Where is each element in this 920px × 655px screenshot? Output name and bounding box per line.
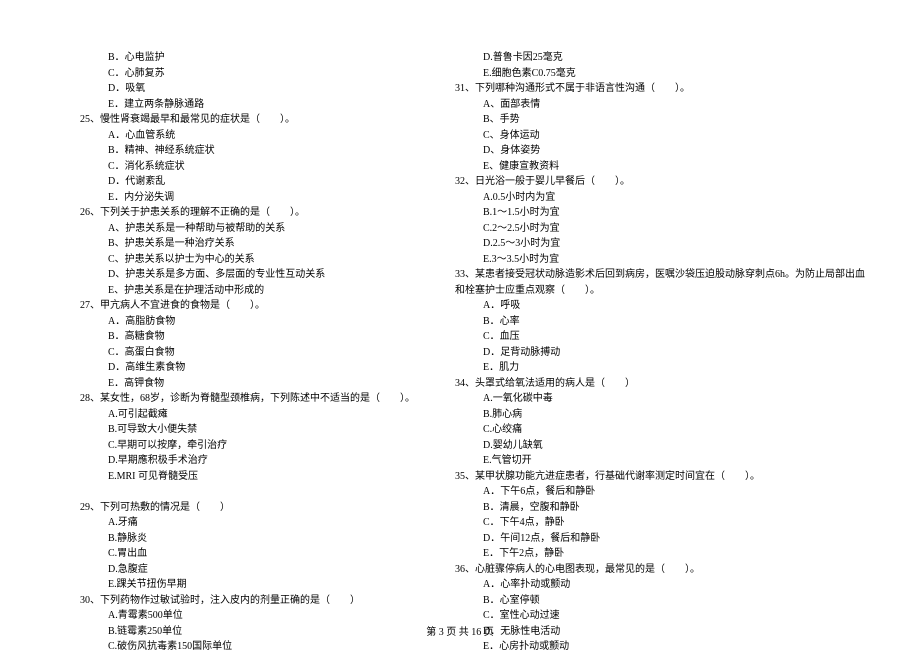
option-line: D．足背动脉搏动 [455, 345, 865, 361]
option-line: C.早期可以按摩，牵引治疗 [80, 438, 415, 454]
option-line: E．建立两条静脉通路 [80, 97, 415, 113]
option-line: A.0.5小时内为宜 [455, 190, 865, 206]
option-line: A.青霉素500单位 [80, 608, 415, 624]
option-line: C．心肺复苏 [80, 66, 415, 82]
option-line: E.细胞色素C0.75毫克 [455, 66, 865, 82]
option-line: D.婴幼儿缺氧 [455, 438, 865, 454]
question-line: 36、心脏骤停病人的心电图表现，最常见的是（ ）。 [455, 562, 865, 578]
option-line: C．下午4点，静卧 [455, 515, 865, 531]
option-line: B、护患关系是一种治疗关系 [80, 236, 415, 252]
option-line: D.普鲁卡因25毫克 [455, 50, 865, 66]
question-line: 25、慢性肾衰竭最早和最常见的症状是（ ）。 [80, 112, 415, 128]
question-line: 29、下列可热敷的情况是（ ） [80, 500, 415, 516]
option-line: B．清晨，空腹和静卧 [455, 500, 865, 516]
option-line: E.3～3.5小时为宜 [455, 252, 865, 268]
left-column: B．心电监护C．心肺复苏D．吸氧E．建立两条静脉通路25、慢性肾衰竭最早和最常见… [80, 50, 415, 600]
option-line: E.MRI 可见脊髓受压 [80, 469, 415, 485]
option-line: D.急腹症 [80, 562, 415, 578]
option-line: A.可引起截瘫 [80, 407, 415, 423]
option-line: E.踝关节扭伤早期 [80, 577, 415, 593]
option-line: B．心室停顿 [455, 593, 865, 609]
question-line: 26、下列关于护患关系的理解不正确的是（ ）。 [80, 205, 415, 221]
option-line [80, 484, 415, 500]
question-line: 30、下列药物作过敏试验时，注入皮内的剂量正确的是（ ） [80, 593, 415, 609]
option-line: A．心血管系统 [80, 128, 415, 144]
question-line: 34、头罩式给氧法适用的病人是（ ） [455, 376, 865, 392]
question-line: 33、某患者接受冠状动脉造影术后回到病房，医嘱沙袋压迫股动脉穿刺点6h。为防止局… [455, 267, 865, 283]
option-line: B、手势 [455, 112, 865, 128]
right-column: D.普鲁卡因25毫克E.细胞色素C0.75毫克31、下列哪种沟通形式不属于非语言… [455, 50, 865, 600]
option-line: E．高钾食物 [80, 376, 415, 392]
option-line: C.胃出血 [80, 546, 415, 562]
option-line: A、护患关系是一种帮助与被帮助的关系 [80, 221, 415, 237]
option-line: D．代谢紊乱 [80, 174, 415, 190]
option-line: A．心率扑动或颤动 [455, 577, 865, 593]
question-line: 32、日光浴一般于婴儿早餐后（ ）。 [455, 174, 865, 190]
option-line: E．下午2点，静卧 [455, 546, 865, 562]
option-line: B.静脉炎 [80, 531, 415, 547]
option-line: A.牙痛 [80, 515, 415, 531]
option-line: A、面部表情 [455, 97, 865, 113]
option-line: C.心绞痛 [455, 422, 865, 438]
question-line: 35、某甲状腺功能亢进症患者，行基础代谢率测定时间宜在（ ）。 [455, 469, 865, 485]
option-line: B．精神、神经系统症状 [80, 143, 415, 159]
option-line: C、护患关系以护士为中心的关系 [80, 252, 415, 268]
question-line: 28、某女性，68岁，诊断为脊髓型颈椎病，下列陈述中不适当的是（ ）。 [80, 391, 415, 407]
option-line: A．下午6点，餐后和静卧 [455, 484, 865, 500]
option-line: B.可导致大小便失禁 [80, 422, 415, 438]
option-line: B．心电监护 [80, 50, 415, 66]
option-line: D．吸氧 [80, 81, 415, 97]
option-line: D、身体姿势 [455, 143, 865, 159]
option-line: C.破伤风抗毒素150国际单位 [80, 639, 415, 655]
option-line: A．呼吸 [455, 298, 865, 314]
option-line: C、身体运动 [455, 128, 865, 144]
option-line: C.2～2.5小时为宜 [455, 221, 865, 237]
option-line: E、护患关系是在护理活动中形成的 [80, 283, 415, 299]
question-line: 和栓塞护士应重点观察（ ）。 [455, 283, 865, 299]
option-line: D．高维生素食物 [80, 360, 415, 376]
option-line: C．室性心动过速 [455, 608, 865, 624]
option-line: C．血压 [455, 329, 865, 345]
option-line: A．高脂肪食物 [80, 314, 415, 330]
option-line: D.早期應积极手术治疗 [80, 453, 415, 469]
option-line: B.肺心病 [455, 407, 865, 423]
option-line: E、健康宣教资料 [455, 159, 865, 175]
option-line: B．高糖食物 [80, 329, 415, 345]
option-line: D.2.5～3小时为宜 [455, 236, 865, 252]
option-line: A.一氧化碳中毒 [455, 391, 865, 407]
option-line: E.气管切开 [455, 453, 865, 469]
page-footer: 第 3 页 共 16 页 [0, 623, 920, 638]
option-line: E．肌力 [455, 360, 865, 376]
option-line: C．高蛋白食物 [80, 345, 415, 361]
option-line: E．内分泌失调 [80, 190, 415, 206]
question-line: 31、下列哪种沟通形式不属于非语言性沟通（ ）。 [455, 81, 865, 97]
page-container: B．心电监护C．心肺复苏D．吸氧E．建立两条静脉通路25、慢性肾衰竭最早和最常见… [80, 50, 840, 600]
option-line: C．消化系统症状 [80, 159, 415, 175]
option-line: E．心房扑动或颤动 [455, 639, 865, 655]
option-line: B.1～1.5小时为宜 [455, 205, 865, 221]
option-line: D．午间12点，餐后和静卧 [455, 531, 865, 547]
question-line: 27、甲亢病人不宜进食的食物是（ ）。 [80, 298, 415, 314]
option-line: D、护患关系是多方面、多层面的专业性互动关系 [80, 267, 415, 283]
option-line: B．心率 [455, 314, 865, 330]
